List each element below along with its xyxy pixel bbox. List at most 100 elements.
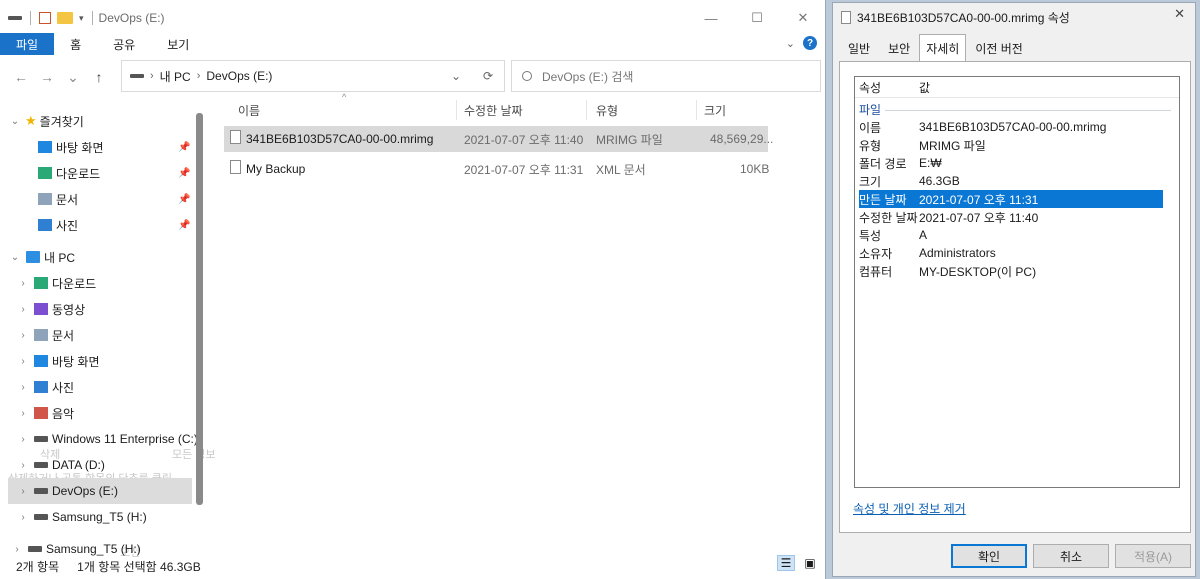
sidebar-item-pc-pictures[interactable]: › 사진 (16, 374, 74, 400)
details-row[interactable]: 특성 A (859, 226, 1163, 244)
ribbon-expand-icon[interactable]: ⌄ (786, 37, 795, 50)
chevron-right-icon[interactable]: › (16, 382, 30, 393)
chevron-right-icon[interactable]: › (16, 356, 30, 367)
help-icon[interactable]: ? (803, 36, 817, 50)
details-row[interactable]: 크기 46.3GB (859, 172, 1163, 190)
tab-previous-versions[interactable]: 이전 버전 (966, 35, 1032, 62)
ribbon-tab-home[interactable]: 홈 (54, 33, 97, 55)
ribbon-tabs: 파일 홈 공유 보기 (0, 33, 826, 55)
ribbon-tab-file[interactable]: 파일 (0, 33, 55, 55)
remove-properties-link[interactable]: 속성 및 개인 정보 제거 (853, 500, 966, 517)
sidebar-item-documents[interactable]: 문서 📌 (34, 186, 190, 212)
sidebar-item-drive-d[interactable]: › DATA (D:) (16, 452, 105, 478)
close-button[interactable]: ✕ (780, 0, 826, 36)
pin-icon[interactable]: 📌 (178, 142, 190, 153)
sidebar-item-desktop[interactable]: 바탕 화면 📌 (34, 134, 190, 160)
back-button[interactable]: ← (8, 69, 34, 85)
column-header-name[interactable]: 이름 (238, 96, 260, 124)
download-folder-icon (34, 277, 48, 289)
pin-icon[interactable]: 📌 (178, 220, 190, 231)
sidebar-item-videos[interactable]: › 동영상 (16, 296, 85, 322)
refresh-icon[interactable]: ⟳ (472, 69, 504, 83)
details-row[interactable]: 유형 MRIMG 파일 (859, 136, 1163, 154)
sidebar-item-pc-desktop[interactable]: › 바탕 화면 (16, 348, 99, 374)
sidebar-favorites[interactable]: ⌄ ★ 즐겨찾기 (8, 108, 84, 134)
dialog-close-button[interactable]: ✕ (1174, 6, 1185, 22)
chevron-right-icon[interactable]: › (16, 434, 30, 445)
address-bar[interactable]: › 내 PC › DevOps (E:) ⌄ ⟳ (121, 60, 505, 92)
details-list[interactable]: 속성 값 파일 이름 341BE6B103D57CA0-00-00.mrimg … (854, 76, 1180, 488)
chevron-right-icon[interactable]: › (16, 304, 30, 315)
tab-security[interactable]: 보안 (879, 35, 919, 62)
apply-button[interactable]: 적용(A) (1115, 544, 1191, 568)
computer-icon (26, 251, 40, 263)
properties-icon[interactable] (39, 12, 51, 24)
table-row[interactable]: My Backup 2021-07-07 오후 11:31 XML 문서 10K… (224, 156, 769, 182)
navigation-bar: ← → ⌄ ↑ › 내 PC › DevOps (E:) ⌄ ⟳ DevOps … (0, 60, 826, 94)
table-row[interactable]: 341BE6B103D57CA0-00-00.mrimg 2021-07-07 … (224, 126, 773, 152)
ribbon-tab-share[interactable]: 공유 (97, 33, 151, 55)
sidebar-this-pc[interactable]: ⌄ 내 PC (8, 244, 75, 270)
column-divider[interactable] (456, 100, 457, 120)
sidebar-item-pc-documents[interactable]: › 문서 (16, 322, 74, 348)
details-row-selected[interactable]: 만든 날짜 2021-07-07 오후 11:31 (859, 190, 1163, 208)
details-view-icon[interactable]: ☰ (777, 555, 795, 571)
tab-details[interactable]: 자세히 (919, 34, 967, 62)
drive-icon (34, 514, 48, 520)
pin-icon[interactable]: 📌 (178, 168, 190, 179)
column-header-modified[interactable]: 수정한 날짜 (464, 96, 523, 124)
divider (91, 11, 93, 25)
address-dropdown-icon[interactable]: ⌄ (440, 69, 472, 83)
chevron-down-icon[interactable]: ⌄ (8, 116, 22, 127)
sidebar-item-drive-h[interactable]: › Samsung_T5 (H:) (16, 504, 146, 530)
large-icons-view-icon[interactable]: ▣ (801, 555, 819, 571)
details-row[interactable]: 폴더 경로 E:₩ (859, 154, 1163, 172)
tab-general[interactable]: 일반 (839, 35, 879, 62)
sidebar-item-drive-c[interactable]: › Windows 11 Enterprise (C:) (16, 426, 198, 452)
breadcrumb-pc[interactable]: 내 PC (160, 68, 191, 85)
details-row[interactable]: 수정한 날짜 2021-07-07 오후 11:40 (859, 208, 1163, 226)
breadcrumb-drive[interactable]: DevOps (E:) (206, 69, 272, 83)
details-row[interactable]: 이름 341BE6B103D57CA0-00-00.mrimg (859, 118, 1163, 136)
pin-icon[interactable]: 📌 (178, 194, 190, 205)
file-type: XML 문서 (596, 162, 646, 177)
up-button[interactable]: ↑ (86, 69, 112, 85)
chevron-down-icon[interactable]: ⌄ (8, 252, 22, 263)
file-name: My Backup (246, 162, 306, 176)
chevron-right-icon[interactable]: › (16, 512, 30, 523)
sidebar-item-downloads[interactable]: 다운로드 📌 (34, 160, 190, 186)
sidebar-item-music[interactable]: › 음악 (16, 400, 74, 426)
minimize-button[interactable]: — (688, 0, 734, 36)
cancel-button[interactable]: 취소 (1033, 544, 1109, 568)
ok-button[interactable]: 확인 (951, 544, 1027, 568)
property-value: Administrators (919, 246, 996, 260)
maximize-button[interactable]: ☐ (734, 0, 780, 36)
sidebar-item-pc-downloads[interactable]: › 다운로드 (16, 270, 96, 296)
chevron-right-icon[interactable]: › (16, 330, 30, 341)
column-header-type[interactable]: 유형 (596, 96, 618, 124)
ribbon-tab-view[interactable]: 보기 (151, 33, 205, 55)
column-divider[interactable] (586, 100, 587, 120)
sidebar-scrollbar[interactable] (196, 113, 203, 505)
details-row[interactable]: 컴퓨터 MY-DESKTOP(이 PC) (859, 262, 1163, 280)
chevron-right-icon[interactable]: › (16, 460, 30, 471)
sidebar-item-drive-e[interactable]: › DevOps (E:) (8, 478, 192, 504)
forward-button[interactable]: → (34, 69, 60, 85)
dialog-titlebar: 341BE6B103D57CA0-00-00.mrimg 속성 (841, 9, 1070, 26)
chevron-right-icon[interactable]: › (16, 408, 30, 419)
drive-icon (34, 462, 48, 468)
sidebar-item-pictures[interactable]: 사진 📌 (34, 212, 190, 238)
pictures-folder-icon (34, 381, 48, 393)
details-row[interactable]: 소유자 Administrators (859, 244, 1163, 262)
sidebar-item-label: DevOps (E:) (52, 484, 119, 498)
chevron-right-icon[interactable]: › (16, 278, 30, 289)
search-input[interactable]: DevOps (E:) 검색 (511, 60, 821, 92)
qat-dropdown-icon[interactable]: ▾ (79, 13, 84, 24)
new-folder-icon[interactable] (57, 12, 73, 24)
recent-locations-icon[interactable]: ⌄ (60, 69, 86, 86)
column-divider[interactable] (696, 100, 697, 120)
column-header-size[interactable]: 크기 (704, 96, 726, 124)
search-placeholder: DevOps (E:) 검색 (542, 69, 634, 84)
chevron-right-icon[interactable]: › (16, 486, 30, 497)
explorer-window: ▾ DevOps (E:) — ☐ ✕ 파일 홈 공유 보기 ⌄ ? ← → ⌄… (0, 0, 826, 579)
